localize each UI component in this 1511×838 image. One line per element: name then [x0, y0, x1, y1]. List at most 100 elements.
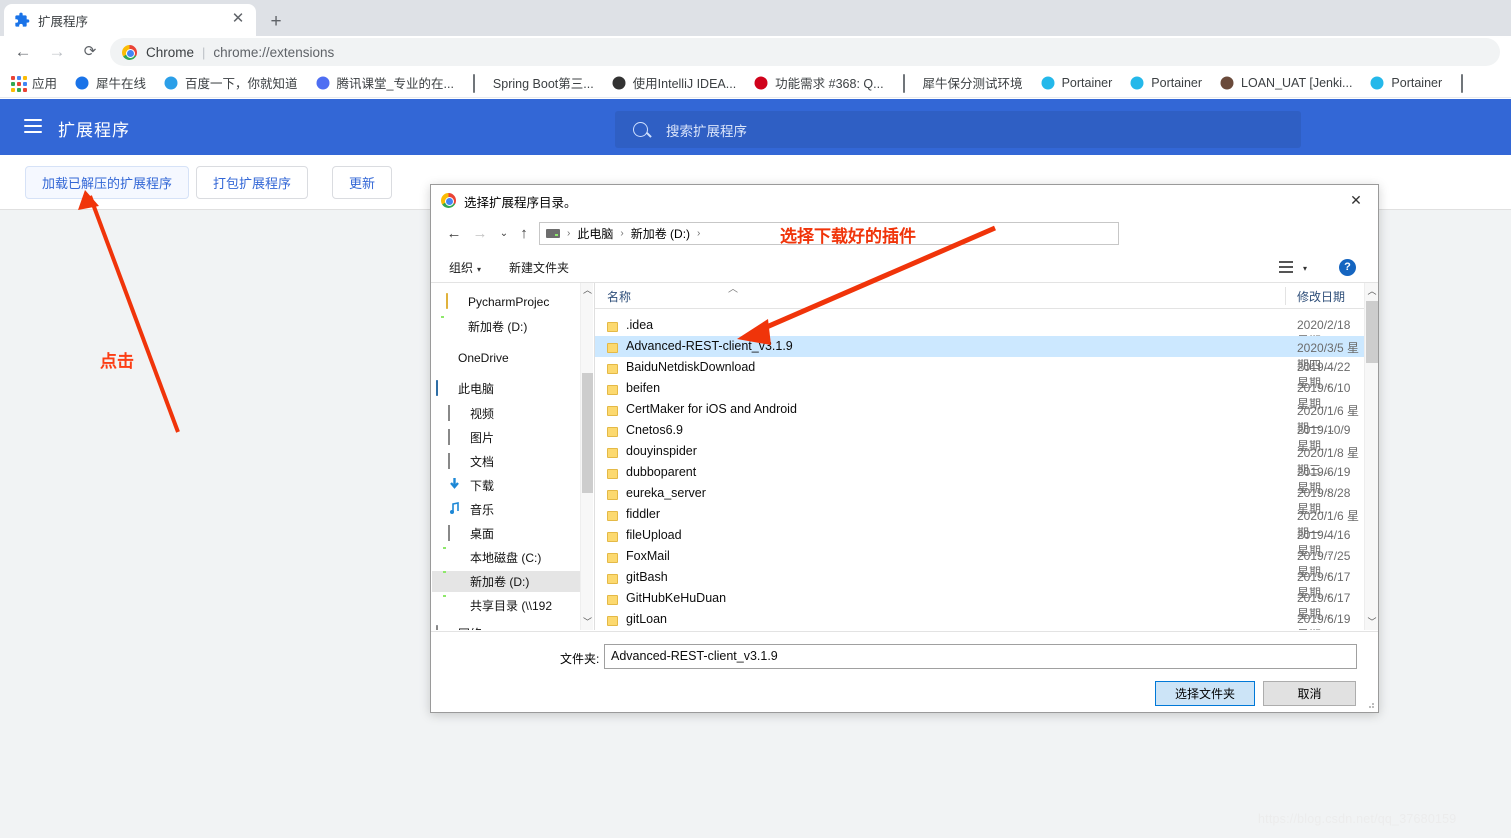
file-list-row[interactable]: fileUpload2019/4/16 星期...文件夹	[595, 525, 1364, 558]
scroll-up-icon[interactable]: ︿	[581, 283, 594, 298]
file-list-row[interactable]: eureka_server2019/8/28 星期...文件夹	[595, 483, 1364, 516]
bookmark-item[interactable]: 犀牛保分测试环境	[901, 73, 1023, 93]
tree-scrollbar[interactable]: ︿ ﹀	[580, 283, 593, 630]
bookmark-item[interactable]: 腾讯课堂_专业的在...	[315, 73, 454, 92]
tree-item[interactable]: 新加卷 (D:)	[432, 571, 580, 592]
tree-item[interactable]: 图片	[432, 427, 580, 448]
file-list-row[interactable]: CertMaker for iOS and Android 2020/1/6 星期…	[595, 399, 1364, 435]
load-unpacked-button[interactable]: 加载已解压的扩展程序	[25, 166, 190, 199]
bookmark-item[interactable]: LOAN_UAT [Jenki...	[1219, 75, 1352, 91]
tree-item[interactable]: 新加卷 (D:)	[432, 316, 580, 337]
browser-tab[interactable]: 扩展程序 ✕	[4, 4, 256, 36]
bookmark-item[interactable]: 使用IntelliJ IDEA...	[611, 73, 737, 92]
file-list-scrollbar[interactable]: ︿ ﹀	[1364, 283, 1378, 630]
column-header[interactable]: 名称	[607, 288, 631, 305]
forward-icon[interactable]: →	[45, 40, 69, 64]
bookmark-item[interactable]: Portainer	[1129, 75, 1202, 91]
back-icon[interactable]: ←	[443, 223, 465, 245]
address-bar[interactable]: Chrome | chrome://extensions	[110, 38, 1500, 66]
bookmark-item[interactable]: 百度一下，你就知道	[163, 73, 298, 92]
new-folder-button[interactable]: 新建文件夹	[509, 259, 569, 276]
network-drive-icon	[448, 598, 464, 613]
drive-icon	[546, 229, 560, 238]
new-tab-button[interactable]: +	[262, 8, 290, 36]
reload-icon[interactable]: ⟳	[78, 40, 102, 64]
back-icon[interactable]: ←	[11, 40, 35, 64]
select-folder-button[interactable]: 选择文件夹	[1155, 681, 1255, 706]
column-divider[interactable]	[1285, 287, 1286, 305]
scroll-up-icon[interactable]: ︿	[1365, 283, 1379, 299]
chevron-down-icon[interactable]: ▾	[1303, 264, 1307, 273]
tree-item[interactable]: OneDrive	[432, 347, 580, 368]
up-icon[interactable]: ↑	[513, 223, 535, 245]
file-picker-dialog: 选择扩展程序目录。 ✕ ← → ⌄ ↑ ›此电脑›新加卷 (D:)› ⌄ ↻ 搜…	[430, 184, 1379, 713]
file-list-row[interactable]: Advanced-REST-client_v3.1.9 2020/3/5 星期四 …	[595, 336, 1364, 372]
pack-extension-button[interactable]: 打包扩展程序	[196, 166, 309, 199]
bookmark-item[interactable]: Spring Boot第三...	[471, 73, 594, 93]
dialog-file-list: 名称修改日期类型大小︿ .idea2020/2/18 星期...文件夹Advan…	[595, 283, 1364, 630]
browser-tab-strip: 扩展程序 ✕ +	[0, 0, 1511, 36]
bookmark-item[interactable]	[1459, 73, 1481, 93]
search-input[interactable]: 搜索扩展程序	[615, 111, 1301, 148]
file-list-row[interactable]: gitBash2019/6/17 星期...文件夹	[595, 567, 1364, 600]
bookmark-item[interactable]: 犀牛在线	[74, 73, 146, 92]
view-layout-icon[interactable]	[1279, 261, 1293, 274]
update-button[interactable]: 更新	[332, 166, 393, 199]
bookmark-item[interactable]: Portainer	[1040, 75, 1112, 91]
tree-item-label: 本地磁盘 (C:)	[470, 551, 542, 565]
bookmark-item[interactable]: 应用	[10, 73, 57, 92]
forward-icon[interactable]: →	[469, 223, 491, 245]
tree-item[interactable]: 此电脑	[432, 378, 580, 399]
breadcrumb-item[interactable]: 新加卷 (D:)	[631, 225, 690, 242]
folder-icon	[607, 424, 618, 437]
bookmark-item[interactable]: Portainer	[1369, 75, 1442, 91]
breadcrumb-item[interactable]: 此电脑	[577, 225, 613, 242]
bookmark-label: Spring Boot第三...	[492, 77, 594, 91]
file-list-row[interactable]: douyinspider2020/1/8 星期三 ...文件夹	[595, 441, 1364, 477]
close-icon[interactable]: ✕	[1342, 189, 1370, 211]
file-list-row[interactable]: GitHubKeHuDuan2019/6/17 星期...文件夹	[595, 588, 1364, 621]
tree-item[interactable]: 共享目录 (\\192	[432, 595, 580, 616]
folder-name-input[interactable]: Advanced-REST-client_v3.1.9	[604, 644, 1357, 669]
tree-item[interactable]: 视频	[432, 403, 580, 424]
scroll-down-icon[interactable]: ﹀	[581, 615, 594, 630]
tree-item[interactable]: 音乐	[432, 499, 580, 520]
resize-grip[interactable]	[1365, 699, 1375, 709]
tree-item[interactable]: 网络	[432, 623, 580, 630]
bookmark-item[interactable]: 功能需求 #368: Q...	[753, 73, 884, 92]
file-list-row[interactable]: .idea2020/2/18 星期...文件夹	[595, 315, 1364, 348]
bookmark-label: 使用IntelliJ IDEA...	[632, 77, 737, 91]
folder-icon	[607, 403, 618, 416]
tree-item[interactable]: 下载	[432, 475, 580, 496]
chevron-down-icon[interactable]: ⌄	[493, 223, 515, 245]
folder-icon	[607, 340, 618, 353]
file-list-row[interactable]: dubboparent2019/6/19 星期...文件夹	[595, 462, 1364, 495]
organize-menu[interactable]: 组织 ▾	[449, 259, 481, 276]
file-list-row[interactable]: beifen2019/6/10 星期...文件夹	[595, 378, 1364, 411]
folder-icon	[607, 508, 618, 521]
scrollbar-thumb[interactable]	[582, 373, 593, 493]
file-list-row[interactable]: fiddler2020/1/6 星期一 ...文件夹	[595, 504, 1364, 540]
file-list-row[interactable]: gitLoan2019/6/19 星期...文件夹	[595, 609, 1364, 630]
cancel-button[interactable]: 取消	[1263, 681, 1356, 706]
file-list-row[interactable]: BaiduNetdiskDownload2019/4/22 星期...文件夹	[595, 357, 1364, 390]
file-name: CertMaker for iOS and Android	[626, 402, 797, 416]
hamburger-icon[interactable]	[24, 119, 42, 133]
tree-item[interactable]: 本地磁盘 (C:)	[432, 547, 580, 568]
scroll-down-icon[interactable]: ﹀	[1365, 614, 1379, 630]
folder-icon	[607, 361, 618, 374]
browser-toolbar: ← → ⟳ Chrome | chrome://extensions	[0, 36, 1511, 68]
tree-item-label: 图片	[470, 431, 495, 445]
chevron-down-icon: ▾	[477, 265, 482, 274]
tree-item[interactable]: PycharmProjec	[432, 291, 580, 312]
file-name: gitLoan	[626, 612, 668, 626]
file-name: Cnetos6.9	[626, 423, 683, 437]
scrollbar-thumb[interactable]	[1366, 301, 1378, 363]
help-icon[interactable]: ?	[1339, 259, 1356, 276]
tree-item[interactable]: 文档	[432, 451, 580, 472]
file-list-row[interactable]: Cnetos6.92019/10/9 星期...文件夹	[595, 420, 1364, 453]
close-icon[interactable]: ✕	[230, 11, 246, 28]
file-list-row[interactable]: FoxMail2019/7/25 星期...文件夹	[595, 546, 1364, 579]
column-header[interactable]: 修改日期	[1297, 288, 1345, 305]
tree-item[interactable]: 桌面	[432, 523, 580, 544]
